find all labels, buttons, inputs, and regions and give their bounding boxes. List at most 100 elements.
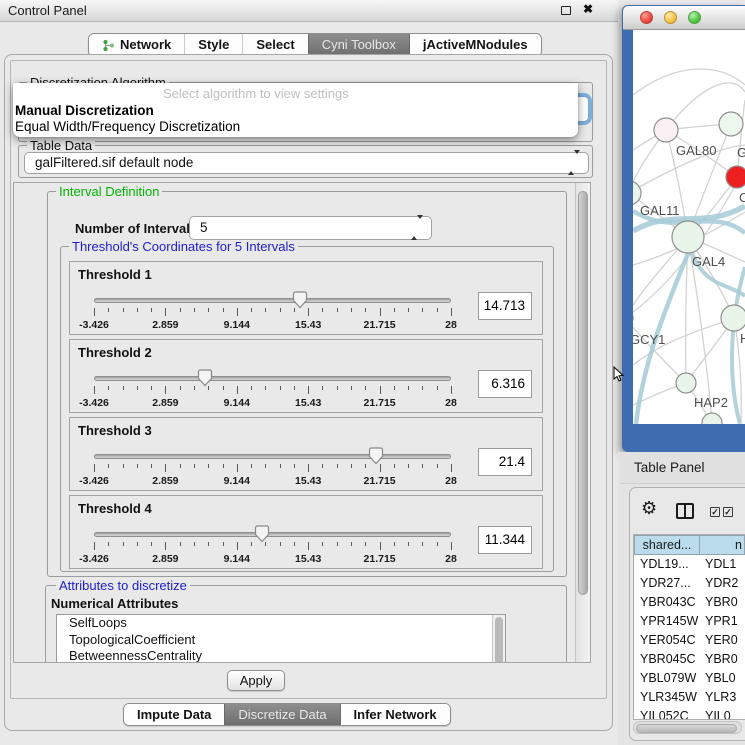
network-node[interactable] bbox=[702, 413, 722, 424]
gear-icon[interactable]: ⚙ bbox=[641, 498, 657, 519]
table-row[interactable]: YDR27...YDR2 bbox=[634, 574, 745, 593]
option-equal-width-frequency[interactable]: Equal Width/Frequency Discretization bbox=[15, 119, 240, 134]
table-panel-body: ⚙ ✓ ✓ shared... n YDL19...YDL1YDR27...YD… bbox=[629, 487, 745, 741]
slider-tick bbox=[380, 386, 381, 394]
threshold-2-value-field[interactable]: 6.316 bbox=[478, 370, 532, 398]
network-node-ga[interactable] bbox=[719, 112, 743, 136]
attribute-list-item[interactable]: SelfLoops bbox=[57, 615, 505, 632]
cell-shared-name[interactable]: YDR27... bbox=[634, 574, 700, 593]
slider-thumb[interactable] bbox=[197, 369, 213, 387]
attribute-list-item[interactable]: BetweennessCentrality bbox=[57, 648, 505, 663]
cell-name[interactable]: YER0 bbox=[700, 631, 745, 650]
table-row[interactable]: YER054CYER0 bbox=[634, 631, 745, 650]
close-icon[interactable]: ✖ bbox=[583, 2, 593, 16]
network-node-h[interactable] bbox=[721, 305, 745, 331]
threshold-3-slider[interactable]: -3.4262.8599.14415.4321.71528 bbox=[94, 446, 451, 488]
column-header-name[interactable]: n bbox=[700, 535, 745, 555]
threshold-3-value-field[interactable]: 21.4 bbox=[478, 448, 532, 476]
slider-tick bbox=[408, 386, 409, 390]
columns-icon[interactable] bbox=[676, 503, 694, 519]
tab-select[interactable]: Select bbox=[242, 34, 307, 56]
threshold-4-slider[interactable]: -3.4262.8599.14415.4321.71528 bbox=[94, 524, 451, 566]
table-row[interactable]: YIL052CYIL0 bbox=[634, 707, 745, 720]
option-manual-discretization[interactable]: Manual Discretization bbox=[15, 103, 154, 118]
tab-discretize-data[interactable]: Discretize Data bbox=[224, 704, 340, 725]
cell-name[interactable]: YPR1 bbox=[700, 612, 745, 631]
table-row[interactable]: YBR043CYBR0 bbox=[634, 593, 745, 612]
scrollbar-thumb[interactable] bbox=[495, 617, 503, 663]
network-canvas[interactable]: GAL80GACGAL11GAL4GCY1HHAP2 bbox=[633, 30, 745, 424]
cell-name[interactable]: YDR2 bbox=[700, 574, 745, 593]
window-title: Control Panel bbox=[8, 3, 87, 18]
tab-style[interactable]: Style bbox=[184, 34, 242, 56]
cell-name[interactable]: YBL0 bbox=[700, 669, 745, 688]
slider-track[interactable] bbox=[94, 376, 451, 381]
slider-tick bbox=[337, 542, 338, 546]
cell-name[interactable]: YBR0 bbox=[700, 593, 745, 612]
table-row[interactable]: YBR045CYBR0 bbox=[634, 650, 745, 669]
table-row[interactable]: YDL19...YDL1 bbox=[634, 555, 745, 574]
number-of-intervals-combobox[interactable]: 5 bbox=[189, 216, 432, 240]
cell-shared-name[interactable]: YDL19... bbox=[634, 555, 700, 574]
tab-jactivemnodules[interactable]: jActiveMNodules bbox=[410, 34, 541, 56]
network-node-hap2[interactable] bbox=[676, 373, 696, 393]
slider-track[interactable] bbox=[94, 532, 451, 537]
slider-tick bbox=[208, 464, 209, 468]
select-all-checkbox-icon[interactable]: ✓ bbox=[710, 507, 720, 517]
threshold-2-slider[interactable]: -3.4262.8599.14415.4321.71528 bbox=[94, 368, 451, 410]
slider-tick bbox=[308, 464, 309, 472]
attribute-list-item[interactable]: TopologicalCoefficient bbox=[57, 632, 505, 649]
column-header-shared-name[interactable]: shared... bbox=[634, 535, 700, 555]
numerical-attributes-list[interactable]: SelfLoopsTopologicalCoefficientBetweenne… bbox=[56, 614, 506, 663]
cell-name[interactable]: YBR0 bbox=[700, 650, 745, 669]
table-row[interactable]: YBL079WYBL0 bbox=[634, 669, 745, 688]
zoom-traffic-light-icon[interactable] bbox=[688, 11, 701, 24]
scrollbar-thumb[interactable] bbox=[636, 724, 737, 733]
select-column-checkbox-icon[interactable]: ✓ bbox=[723, 507, 733, 517]
cell-shared-name[interactable]: YBL079W bbox=[634, 669, 700, 688]
group-title-table-data: Table Data bbox=[27, 139, 95, 152]
slider-track[interactable] bbox=[94, 454, 451, 459]
settings-vertical-scrollbar[interactable] bbox=[575, 183, 590, 662]
table-row[interactable]: YPR145WYPR1 bbox=[634, 612, 745, 631]
slider-thumb[interactable] bbox=[292, 291, 308, 309]
slider-tick bbox=[337, 464, 338, 468]
network-node-c[interactable] bbox=[726, 166, 745, 188]
cell-shared-name[interactable]: YPR145W bbox=[634, 612, 700, 631]
network-node-gal80[interactable] bbox=[654, 118, 678, 142]
network-node-gal4[interactable] bbox=[672, 221, 704, 253]
cell-shared-name[interactable]: YER054C bbox=[634, 631, 700, 650]
threshold-1-slider[interactable]: -3.4262.8599.14415.4321.71528 bbox=[94, 290, 451, 332]
cell-shared-name[interactable]: YLR345W bbox=[634, 688, 700, 707]
attributes-list-scrollbar[interactable] bbox=[492, 615, 505, 663]
slider-tick bbox=[108, 464, 109, 468]
network-view-window: GAL80GACGAL11GAL4GCY1HHAP2 bbox=[622, 5, 745, 452]
cell-shared-name[interactable]: YBR043C bbox=[634, 593, 700, 612]
table-data-combobox[interactable]: galFiltered.sif default node bbox=[24, 152, 589, 174]
tab-cyni-toolbox[interactable]: Cyni Toolbox bbox=[308, 34, 410, 56]
slider-thumb[interactable] bbox=[254, 525, 270, 543]
cell-name[interactable]: YLR3 bbox=[700, 688, 745, 707]
cell-shared-name[interactable]: YIL052C bbox=[634, 707, 700, 720]
table-horizontal-scrollbar[interactable] bbox=[633, 721, 742, 734]
node-attribute-table[interactable]: shared... n YDL19...YDL1YDR27...YDR2YBR0… bbox=[633, 534, 745, 720]
table-row[interactable]: YLR345WYLR3 bbox=[634, 688, 745, 707]
minimize-traffic-light-icon[interactable] bbox=[664, 11, 677, 24]
cell-name[interactable]: YIL0 bbox=[700, 707, 745, 720]
tab-impute-data[interactable]: Impute Data bbox=[124, 704, 224, 725]
threshold-4-value-field[interactable]: 11.344 bbox=[478, 526, 532, 554]
scrollbar-thumb[interactable] bbox=[578, 191, 588, 595]
tab-network[interactable]: Network bbox=[89, 34, 184, 56]
cell-name[interactable]: YDL1 bbox=[700, 555, 745, 574]
float-window-icon[interactable] bbox=[561, 6, 571, 15]
close-traffic-light-icon[interactable] bbox=[640, 11, 653, 24]
tab-infer-network[interactable]: Infer Network bbox=[341, 704, 450, 725]
threshold-1-value-field[interactable]: 14.713 bbox=[478, 292, 532, 320]
slider-tick bbox=[194, 386, 195, 390]
cell-shared-name[interactable]: YBR045C bbox=[634, 650, 700, 669]
slider-tick bbox=[208, 308, 209, 312]
slider-tick bbox=[351, 308, 352, 312]
slider-thumb[interactable] bbox=[368, 447, 384, 465]
apply-button[interactable]: Apply bbox=[227, 670, 285, 691]
slider-track[interactable] bbox=[94, 298, 451, 303]
